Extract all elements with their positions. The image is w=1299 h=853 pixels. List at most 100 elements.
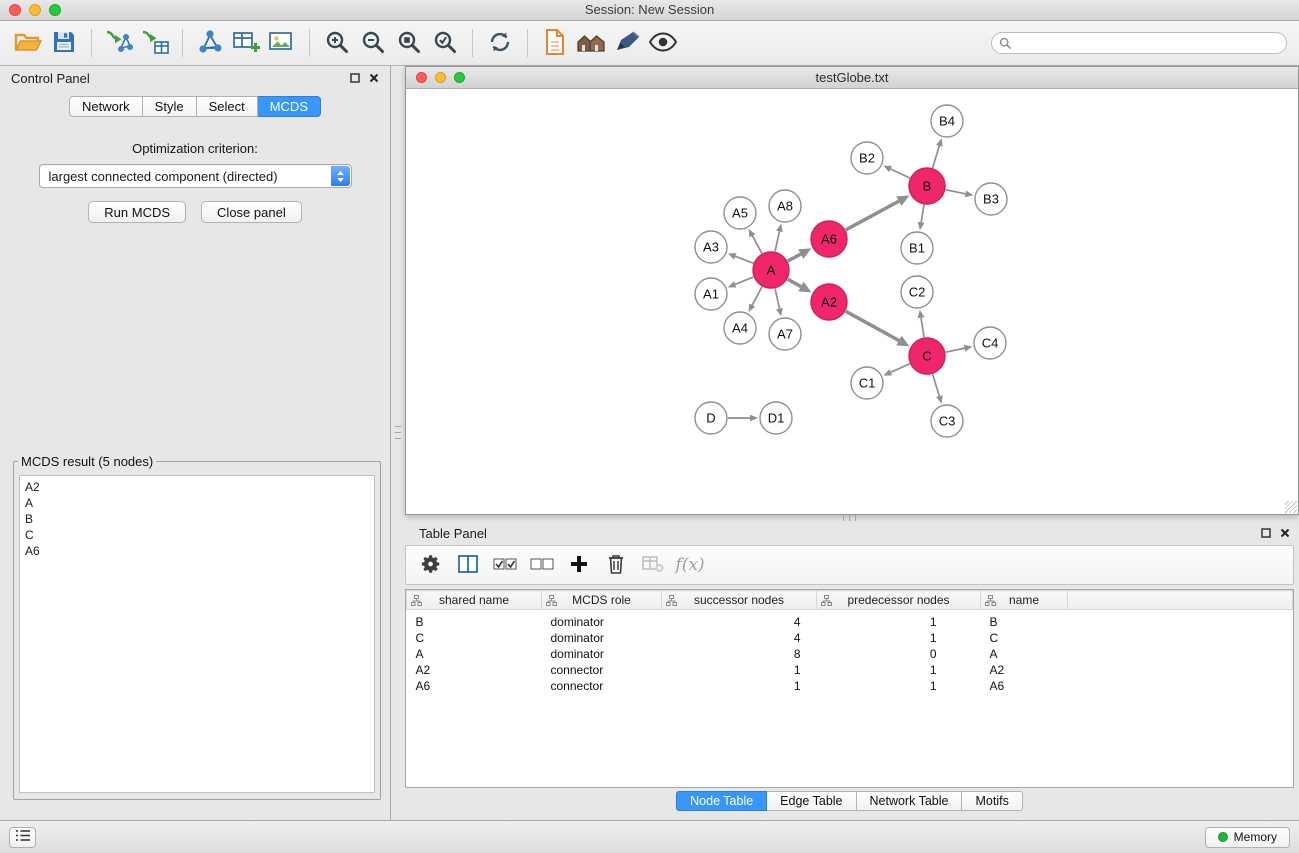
- network-close-button[interactable]: [416, 72, 427, 83]
- graph-edge-C-C2[interactable]: [921, 318, 924, 338]
- save-session-button[interactable]: [46, 26, 82, 60]
- table-cell[interactable]: B: [981, 610, 1068, 631]
- table-cell[interactable]: 1: [662, 678, 817, 694]
- refresh-button[interactable]: [482, 26, 518, 60]
- table-cell[interactable]: 8: [662, 646, 817, 662]
- home-button[interactable]: [573, 26, 609, 60]
- table-cell[interactable]: 1: [817, 678, 981, 694]
- new-network-button[interactable]: [192, 26, 228, 60]
- tab-mcds[interactable]: MCDS: [258, 96, 321, 117]
- result-item[interactable]: C: [25, 527, 369, 543]
- close-window-button[interactable]: [9, 4, 21, 16]
- table-cell[interactable]: 4: [662, 610, 817, 631]
- tab-edge-table[interactable]: Edge Table: [767, 791, 856, 811]
- table-cell[interactable]: connector: [542, 662, 662, 678]
- tab-network[interactable]: Network: [69, 96, 143, 117]
- zoom-out-button[interactable]: [355, 26, 391, 60]
- select-all-button[interactable]: [490, 550, 520, 580]
- tab-network-table[interactable]: Network Table: [857, 791, 963, 811]
- table-cell[interactable]: A6: [407, 678, 542, 694]
- graph-edge-B-B1[interactable]: [921, 205, 924, 223]
- graph-edge-A-A1[interactable]: [735, 277, 753, 284]
- memory-button[interactable]: Memory: [1205, 827, 1290, 848]
- vertical-splitter[interactable]: [395, 426, 401, 439]
- table-cell[interactable]: dominator: [542, 610, 662, 631]
- graph-edge-B-B2[interactable]: [891, 169, 910, 178]
- table-cell[interactable]: A2: [981, 662, 1068, 678]
- column-header-shared-name[interactable]: shared name: [407, 591, 542, 610]
- table-cell[interactable]: A: [981, 646, 1068, 662]
- resize-grip[interactable]: [1285, 501, 1297, 513]
- network-window-titlebar[interactable]: testGlobe.txt: [406, 67, 1298, 89]
- graph-edge-A6-B[interactable]: [846, 201, 899, 230]
- open-file-button[interactable]: [10, 26, 46, 60]
- table-cell[interactable]: C: [407, 630, 542, 646]
- result-item[interactable]: A2: [25, 479, 369, 495]
- table-cell[interactable]: 1: [817, 610, 981, 631]
- close-mcds-panel-button[interactable]: Close panel: [201, 201, 302, 223]
- graph-edge-B-B4[interactable]: [933, 146, 940, 168]
- tab-select[interactable]: Select: [197, 96, 258, 117]
- result-item[interactable]: A: [25, 495, 369, 511]
- graph-edge-C-C3[interactable]: [933, 374, 940, 396]
- graph-edge-C-C4[interactable]: [946, 348, 965, 352]
- graph-edge-C-C1[interactable]: [891, 364, 910, 373]
- graph-edge-A-A2[interactable]: [788, 279, 801, 286]
- function-builder-button[interactable]: f(x): [675, 550, 705, 580]
- search-input[interactable]: [991, 32, 1287, 54]
- table-cell[interactable]: 1: [817, 662, 981, 678]
- tab-motifs[interactable]: Motifs: [962, 791, 1022, 811]
- graph-edge-A-A7[interactable]: [775, 289, 779, 309]
- table-cell[interactable]: dominator: [542, 630, 662, 646]
- delete-table-button[interactable]: [638, 550, 668, 580]
- zoom-selected-button[interactable]: [427, 26, 463, 60]
- table-cell[interactable]: C: [981, 630, 1068, 646]
- table-cell[interactable]: B: [407, 610, 542, 631]
- zoom-in-button[interactable]: [319, 26, 355, 60]
- delete-row-button[interactable]: [601, 550, 631, 580]
- table-cell[interactable]: connector: [542, 678, 662, 694]
- table-cell[interactable]: A: [407, 646, 542, 662]
- deselect-all-button[interactable]: [527, 550, 557, 580]
- graph-edge-A-A4[interactable]: [752, 287, 762, 305]
- table-cell[interactable]: dominator: [542, 646, 662, 662]
- minimize-window-button[interactable]: [29, 4, 41, 16]
- table-row[interactable]: A2connector11A2: [407, 662, 1293, 678]
- add-row-button[interactable]: [564, 550, 594, 580]
- control-panel-close-button[interactable]: [369, 73, 379, 83]
- annotation-button[interactable]: [609, 26, 645, 60]
- network-canvas[interactable]: AA6A2BCA1A3A4A5A7A8B1B2B3B4C1C2C3C4DD1: [406, 90, 1298, 514]
- graph-edge-A-A6[interactable]: [788, 254, 801, 261]
- table-panel-close-button[interactable]: [1280, 528, 1290, 538]
- table-row[interactable]: A6connector11A6: [407, 678, 1293, 694]
- criterion-dropdown[interactable]: largest connected component (directed): [39, 164, 352, 188]
- table-panel-float-button[interactable]: [1261, 528, 1271, 538]
- tab-node-table[interactable]: Node Table: [676, 791, 767, 811]
- result-item[interactable]: A6: [25, 543, 369, 559]
- zoom-window-button[interactable]: [49, 4, 61, 16]
- table-cell[interactable]: 0: [817, 646, 981, 662]
- table-cell[interactable]: A6: [981, 678, 1068, 694]
- new-table-button[interactable]: [228, 26, 264, 60]
- import-network-button[interactable]: [101, 26, 137, 60]
- table-row[interactable]: Cdominator41C: [407, 630, 1293, 646]
- show-columns-button[interactable]: [453, 550, 483, 580]
- graph-edge-B-B3[interactable]: [946, 190, 966, 194]
- table-cell[interactable]: 4: [662, 630, 817, 646]
- graph-edge-A-A8[interactable]: [775, 231, 779, 251]
- run-mcds-button[interactable]: Run MCDS: [88, 201, 186, 223]
- column-header-name[interactable]: name: [981, 591, 1068, 610]
- network-minimize-button[interactable]: [435, 72, 446, 83]
- network-zoom-button[interactable]: [454, 72, 465, 83]
- table-settings-button[interactable]: [416, 550, 446, 580]
- table-cell[interactable]: A2: [407, 662, 542, 678]
- graph-edge-A-A3[interactable]: [735, 256, 753, 263]
- table-row[interactable]: Adominator80A: [407, 646, 1293, 662]
- column-header-predecessor-nodes[interactable]: predecessor nodes: [817, 591, 981, 610]
- table-cell[interactable]: 1: [817, 630, 981, 646]
- import-table-button[interactable]: [137, 26, 173, 60]
- control-panel-float-button[interactable]: [350, 73, 360, 83]
- graph-edge-A2-C[interactable]: [846, 311, 899, 340]
- result-item[interactable]: B: [25, 511, 369, 527]
- tab-style[interactable]: Style: [143, 96, 197, 117]
